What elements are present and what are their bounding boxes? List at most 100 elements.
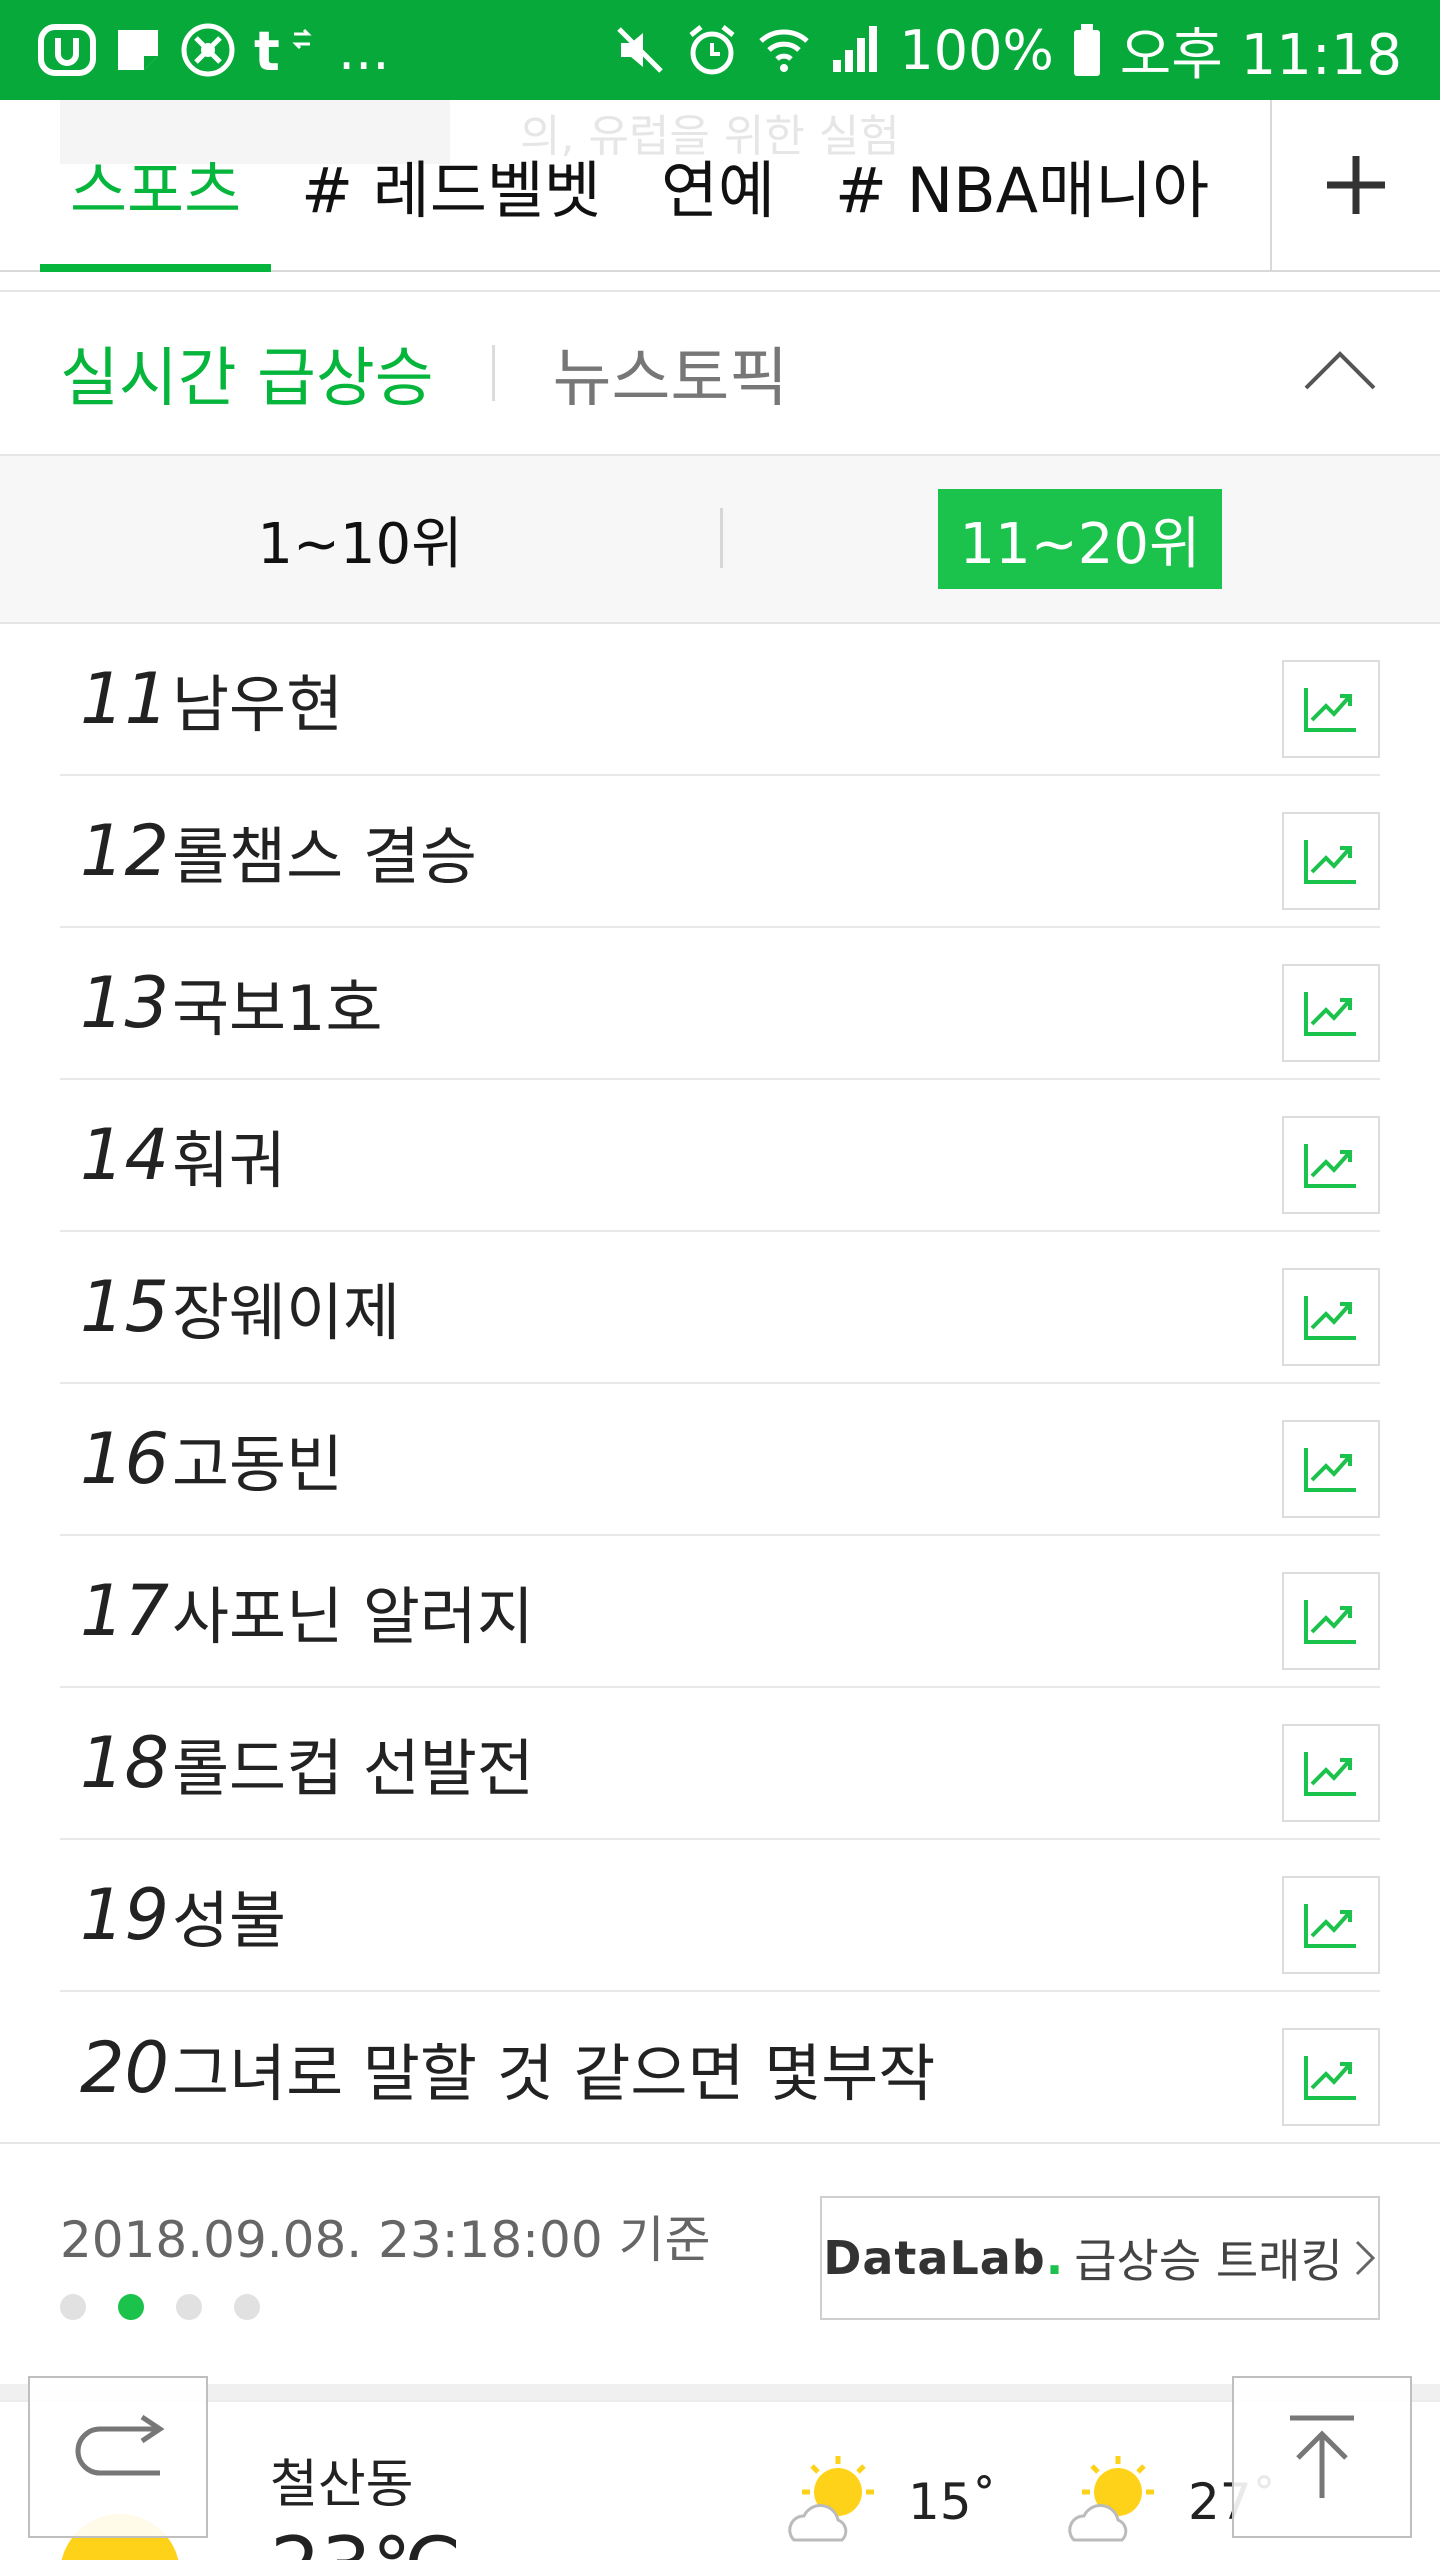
trend-up-icon (1304, 840, 1356, 884)
add-category-button[interactable] (1270, 100, 1440, 270)
rank-number: 13 (80, 962, 170, 1044)
tab-entertainment[interactable]: 연예 (631, 130, 805, 272)
rank-number: 12 (80, 810, 170, 892)
header-separator (491, 345, 495, 401)
weather-widget[interactable]: 철산동 23℃ 15˚ 27˚ (0, 2400, 1440, 2560)
trend-chart-button[interactable] (1282, 812, 1380, 910)
realtime-trending-panel: 실시간 급상승 뉴스토픽 1~10위 11~20위 11 남우현 12 롤챔스 … (0, 290, 1440, 2380)
trending-item-18[interactable]: 18 롤드컵 선발전 (60, 1688, 1380, 1840)
status-bar: t ... 100% 오후 11:18 (0, 0, 1440, 100)
app-icon (180, 22, 236, 78)
t-app-icon: t (254, 22, 320, 78)
datalab-logo: DataLab. (823, 2231, 1064, 2285)
current-temperature: 23℃ (270, 2520, 462, 2560)
trending-item-20[interactable]: 20 그녀로 말할 것 같으면 몇부작 (60, 1992, 1380, 2144)
trend-up-icon (1304, 688, 1356, 732)
trend-up-icon (1304, 1600, 1356, 1644)
partly-sunny-icon (788, 2456, 874, 2542)
svg-text:t: t (254, 22, 280, 78)
trend-chart-button[interactable] (1282, 2028, 1380, 2126)
weather-location: 철산동 (270, 2455, 414, 2515)
rank-number: 15 (80, 1266, 170, 1348)
trending-term: 성불 (172, 1884, 287, 1957)
tab-sports[interactable]: 스포츠 (40, 130, 272, 272)
trending-item-17[interactable]: 17 사포닌 알러지 (60, 1536, 1380, 1688)
page-dot-active[interactable] (118, 2294, 144, 2320)
page-dot[interactable] (234, 2294, 260, 2320)
trend-up-icon (1304, 1144, 1356, 1188)
rank-number: 17 (80, 1570, 170, 1652)
range-1-10-label: 1~10위 (257, 511, 463, 577)
tabs-fade (1210, 100, 1270, 270)
panel-header: 실시간 급상승 뉴스토픽 (0, 292, 1440, 456)
trending-term: 훠궈 (172, 1124, 287, 1197)
u-plus-icon (38, 24, 96, 76)
trending-item-19[interactable]: 19 성불 (60, 1840, 1380, 1992)
trending-term: 장웨이제 (172, 1276, 401, 1349)
trend-chart-button[interactable] (1282, 1572, 1380, 1670)
trending-item-15[interactable]: 15 장웨이제 (60, 1232, 1380, 1384)
rank-number: 20 (80, 2027, 170, 2109)
trend-chart-button[interactable] (1282, 660, 1380, 758)
share-arrow-icon (75, 2415, 165, 2476)
share-button[interactable] (28, 2376, 208, 2538)
notification-ellipsis: ... (338, 18, 390, 82)
trending-item-13[interactable]: 13 국보1호 (60, 928, 1380, 1080)
trending-term: 사포닌 알러지 (172, 1580, 534, 1653)
collapse-button[interactable] (1302, 348, 1378, 396)
range-1-10[interactable]: 1~10위 (0, 499, 720, 580)
datalab-label: 급상승 트래킹 (1074, 2234, 1343, 2288)
clock: 오후 11:18 (1119, 22, 1402, 88)
trending-item-12[interactable]: 12 롤챔스 결승 (60, 776, 1380, 928)
datalab-tracking-button[interactable]: DataLab. 급상승 트래킹 (820, 2196, 1380, 2320)
category-nav: 의, 유럽을 위한 실험 스포츠 # 레드벨벳 연예 # NBA매니아 (0, 100, 1440, 272)
rank-number: 11 (80, 658, 170, 740)
page-dot[interactable] (60, 2294, 86, 2320)
trending-item-16[interactable]: 16 고동빈 (60, 1384, 1380, 1536)
trend-chart-button[interactable] (1282, 1420, 1380, 1518)
panel-footer: 2018.09.08. 23:18:00 기준 DataLab. 급상승 트래킹 (0, 2142, 1440, 2382)
trending-term: 롤챔스 결승 (172, 820, 477, 893)
status-left: t ... (38, 19, 390, 82)
rank-number: 16 (80, 1418, 170, 1500)
datalab-dot: . (1045, 2231, 1065, 2285)
trending-term: 남우현 (172, 668, 344, 741)
trending-item-11[interactable]: 11 남우현 (60, 624, 1380, 776)
tab-redvelvet[interactable]: # 레드벨벳 (271, 130, 631, 272)
note-icon (114, 26, 162, 74)
trending-term: 롤드컵 선발전 (172, 1732, 534, 1805)
page-dot[interactable] (176, 2294, 202, 2320)
trending-item-14[interactable]: 14 훠궈 (60, 1080, 1380, 1232)
arrow-up-icon (1290, 2415, 1354, 2498)
trend-up-icon (1304, 2056, 1356, 2100)
range-11-20[interactable]: 11~20위 (720, 489, 1440, 589)
range-11-20-label: 11~20위 (937, 489, 1223, 589)
trend-chart-button[interactable] (1282, 964, 1380, 1062)
trending-term: 고동빈 (172, 1428, 344, 1501)
scroll-top-button[interactable] (1232, 2376, 1412, 2538)
trending-term: 그녀로 말할 것 같으면 몇부작 (172, 2037, 936, 2110)
chevron-right-icon (1355, 2240, 1375, 2276)
trending-list: 11 남우현 12 롤챔스 결승 13 국보1호 14 훠궈 15 장웨이제 1… (0, 624, 1440, 2144)
trending-term: 국보1호 (172, 972, 383, 1045)
update-timestamp: 2018.09.08. 23:18:00 기준 (60, 2211, 711, 2269)
tab-news-topic[interactable]: 뉴스토픽 (553, 327, 789, 419)
rank-number: 14 (80, 1114, 170, 1196)
partly-sunny-icon (1068, 2456, 1154, 2542)
tab-nba-mania[interactable]: # NBA매니아 (805, 130, 1239, 272)
trend-chart-button[interactable] (1282, 1724, 1380, 1822)
trend-chart-button[interactable] (1282, 1876, 1380, 1974)
forecast-morning: 15˚ (780, 2452, 997, 2552)
trend-chart-button[interactable] (1282, 1116, 1380, 1214)
wifi-icon (757, 23, 811, 77)
trend-up-icon (1304, 1752, 1356, 1796)
trend-chart-button[interactable] (1282, 1268, 1380, 1366)
forecast-morning-temp: 15˚ (908, 2473, 997, 2531)
range-divider (720, 508, 723, 568)
page-indicator (60, 2294, 260, 2320)
rank-range-selector: 1~10위 11~20위 (0, 456, 1440, 624)
tab-realtime-trending[interactable]: 실시간 급상승 (60, 327, 434, 419)
mute-icon (613, 23, 667, 77)
section-gap (0, 2384, 1440, 2400)
signal-icon (829, 24, 881, 76)
